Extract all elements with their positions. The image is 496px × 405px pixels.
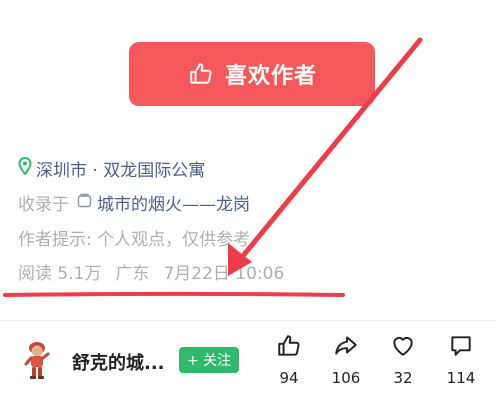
like-action[interactable]: 94 <box>259 333 319 387</box>
collection-line: 收录于 城市的烟火——龙岗 <box>18 190 250 215</box>
favorite-action[interactable]: 32 <box>373 333 433 387</box>
thumbs-up-icon <box>276 333 302 363</box>
comment-action[interactable]: 114 <box>431 333 491 387</box>
location-pin-icon <box>18 156 32 180</box>
author-avatar[interactable] <box>24 340 50 380</box>
collection-prefix: 收录于 <box>18 195 69 215</box>
divider <box>0 320 496 321</box>
follow-button[interactable]: + 关注 <box>179 347 240 373</box>
comment-count: 114 <box>446 369 476 387</box>
collection-name: 城市的烟火——龙岗 <box>97 195 250 215</box>
favorite-count: 32 <box>393 369 413 387</box>
read-count: 阅读 5.1万 <box>18 264 102 284</box>
region-label: 广东 <box>115 264 150 284</box>
location-link[interactable]: 深圳市 · 双龙国际公寓 <box>18 156 205 181</box>
like-count: 94 <box>279 369 299 387</box>
publish-date: 7月22日 10:06 <box>163 264 285 284</box>
author-name[interactable]: 舒克的城... <box>72 349 165 375</box>
heart-icon <box>390 333 416 363</box>
thumbs-up-icon <box>187 60 215 88</box>
location-text: 深圳市 · 双龙国际公寓 <box>36 161 206 181</box>
share-count: 106 <box>331 369 361 387</box>
article-footer-page: 喜欢作者 深圳市 · 双龙国际公寓 收录于 城市的烟火——龙岗 作者提示: 个人… <box>0 0 496 405</box>
comment-bubble-icon <box>448 333 474 363</box>
like-author-button[interactable]: 喜欢作者 <box>129 42 375 106</box>
annotation-underline <box>3 291 345 297</box>
collection-link[interactable]: 城市的烟火——龙岗 <box>77 190 250 215</box>
share-action[interactable]: 106 <box>316 333 376 387</box>
author-tip: 作者提示: 个人观点，仅供参考 <box>18 230 251 250</box>
article-stats: 阅读 5.1万 广东 7月22日 10:06 <box>18 259 284 284</box>
like-author-label: 喜欢作者 <box>224 64 317 89</box>
folder-icon <box>77 193 92 213</box>
share-arrow-icon <box>333 333 359 363</box>
